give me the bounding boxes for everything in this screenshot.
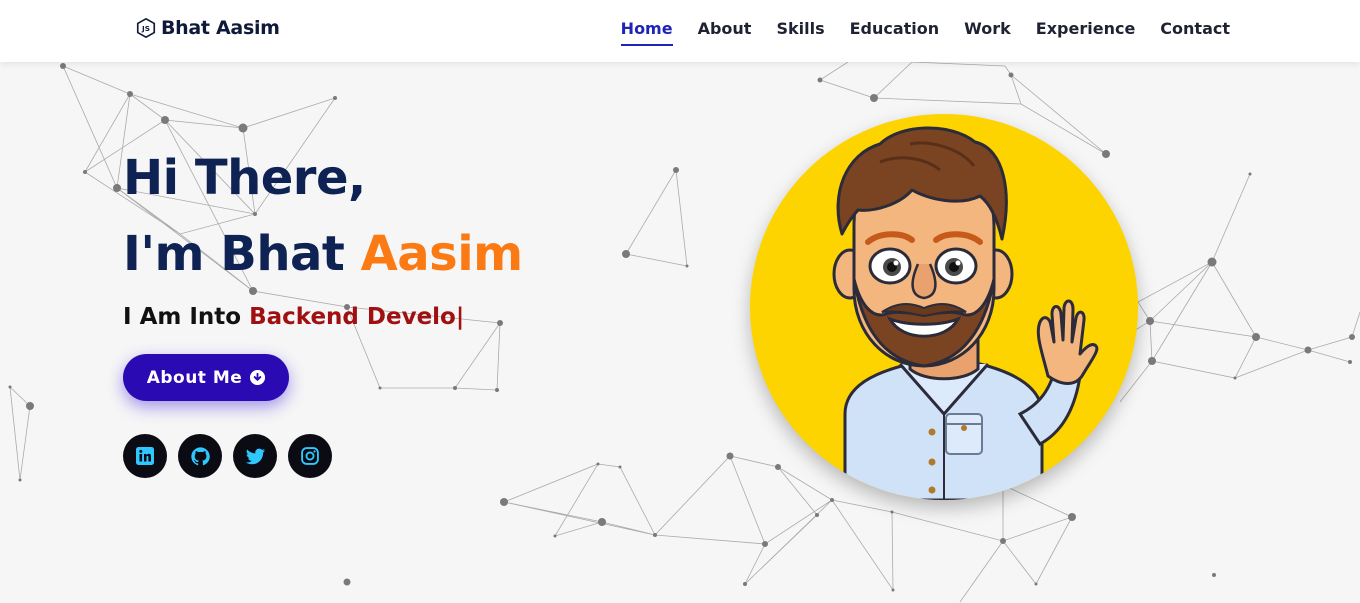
instagram-icon — [301, 447, 319, 465]
svg-text:JS: JS — [141, 24, 150, 33]
typed-role-line: I Am Into Backend Develo| — [123, 304, 523, 330]
logo[interactable]: JS Bhat Aasim — [135, 17, 280, 39]
social-links — [123, 434, 332, 478]
github-link[interactable] — [178, 434, 222, 478]
hero-intro-prefix: I'm Bhat — [123, 226, 361, 282]
typed-cursor: | — [455, 304, 465, 330]
site-header: JS Bhat Aasim Home About Skills Educatio… — [0, 0, 1360, 62]
about-me-label: About Me — [146, 367, 243, 388]
linkedin-icon — [136, 447, 154, 465]
github-icon — [190, 446, 210, 465]
twitter-link[interactable] — [233, 434, 277, 478]
nav-experience[interactable]: Experience — [1036, 19, 1136, 46]
about-me-button[interactable]: About Me — [123, 354, 289, 401]
nav-work[interactable]: Work — [964, 19, 1011, 46]
hero-section: Hi There, I'm Bhat Aasim I Am Into Backe… — [123, 140, 523, 478]
hero-intro: I'm Bhat Aasim — [123, 216, 523, 292]
typed-prefix: I Am Into — [123, 304, 250, 330]
hero-intro-name: Aasim — [360, 226, 524, 282]
logo-text: Bhat Aasim — [161, 17, 280, 39]
typed-role: Backend Develo — [249, 304, 456, 330]
nav-about[interactable]: About — [698, 19, 752, 46]
instagram-link[interactable] — [288, 434, 332, 478]
linkedin-link[interactable] — [123, 434, 167, 478]
main-nav: Home About Skills Education Work Experie… — [620, 19, 1230, 46]
nav-skills[interactable]: Skills — [776, 19, 824, 46]
twitter-icon — [245, 448, 265, 464]
nav-education[interactable]: Education — [850, 19, 940, 46]
nav-contact[interactable]: Contact — [1160, 19, 1230, 46]
nodejs-icon: JS — [136, 18, 156, 38]
cartoon-avatar-image — [832, 126, 1099, 500]
nav-home[interactable]: Home — [620, 19, 673, 46]
arrow-down-circle-icon — [250, 370, 266, 385]
profile-avatar — [750, 114, 1138, 500]
hero-greeting: Hi There, — [123, 150, 366, 206]
